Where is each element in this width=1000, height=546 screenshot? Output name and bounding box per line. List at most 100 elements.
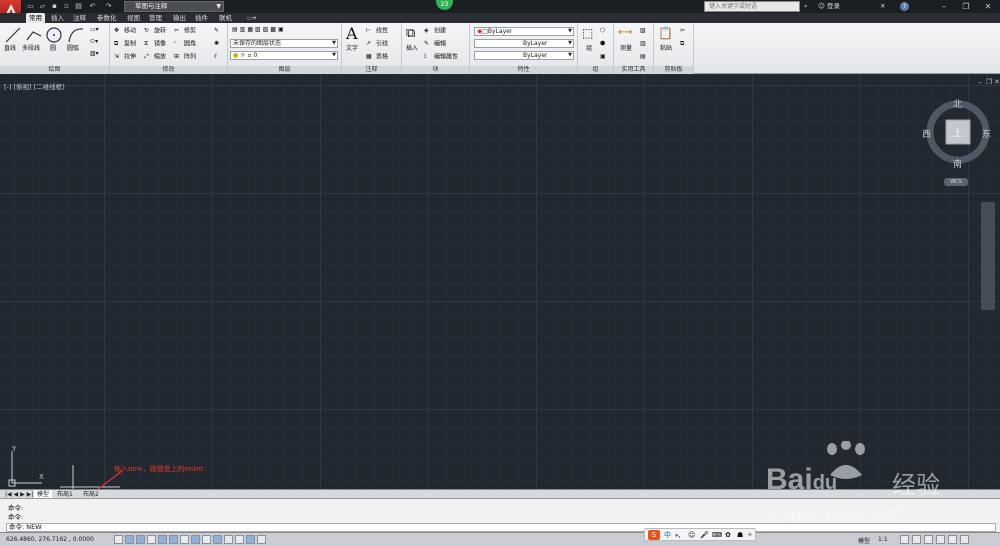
notification-badge[interactable]: 23 <box>436 0 453 10</box>
panel-title-block[interactable]: 块 <box>402 66 469 74</box>
stretch-button[interactable]: ⇲ 拉伸 <box>114 53 136 62</box>
navigation-bar[interactable] <box>981 202 995 310</box>
hatch-icon[interactable]: ▨▾ <box>90 50 99 58</box>
panel-title-properties[interactable]: 特性 <box>470 66 577 74</box>
copy-clip-icon[interactable]: ⧉ <box>680 40 684 48</box>
offset-icon[interactable]: ⫽ <box>214 53 217 61</box>
panel-title-modify[interactable]: 修改 <box>110 66 227 74</box>
workspace-select[interactable]: 草图与注释 ▼ <box>124 1 224 12</box>
viewcube[interactable]: 北 南 东 西 上 <box>922 99 991 170</box>
trim-button[interactable]: ✂ 修剪 <box>174 27 196 36</box>
clean-screen-icon[interactable] <box>960 535 969 544</box>
quick-properties-toggle[interactable] <box>246 535 255 544</box>
layer-state-select[interactable]: 未保存的图层状态 ▼ <box>230 39 338 48</box>
selection-cycling-toggle[interactable] <box>257 535 266 544</box>
tools-icon[interactable]: ✧ <box>747 530 753 540</box>
ellipse-icon[interactable]: ⬭▾ <box>90 38 98 46</box>
compass-south[interactable]: 南 <box>953 157 962 170</box>
move-button[interactable]: ✥ 移动 <box>114 27 136 36</box>
viewport-restore-icon[interactable]: ❐ <box>986 79 994 86</box>
dynamic-input-toggle[interactable] <box>213 535 222 544</box>
tab-annotate[interactable]: 注释 <box>70 13 89 23</box>
lineweight-toggle[interactable] <box>224 535 233 544</box>
dynamic-ucs-toggle[interactable] <box>202 535 211 544</box>
grid-display-toggle[interactable] <box>136 535 145 544</box>
group-edit-icon[interactable]: ⬢ <box>600 40 605 48</box>
text-button[interactable]: 文字 <box>346 45 358 53</box>
ime-language-toggle[interactable]: 中 <box>664 530 671 540</box>
calculator-icon[interactable]: ▥ <box>640 40 646 48</box>
emoji-icon[interactable]: ☺ <box>688 530 695 540</box>
model-space-label[interactable]: 模型 <box>858 536 870 545</box>
panel-title-clipboard[interactable]: 剪贴板 <box>654 66 693 74</box>
color-select[interactable]: ◉□ByLayer ▼ <box>474 27 574 36</box>
ime-toolbar[interactable]: S 中 ⁎, ☺ 🎤 ⌨ ✿ ☗ ✧ <box>644 528 756 541</box>
leader-button[interactable]: ↗ 引线 <box>366 40 388 49</box>
array-button[interactable]: ⊞ 阵列 <box>174 53 196 62</box>
group-button[interactable]: 组 <box>586 45 592 53</box>
voice-icon[interactable]: 🎤 <box>700 530 709 540</box>
fillet-button[interactable]: ◜ 圆角 <box>174 40 196 49</box>
create-block-button[interactable]: ◈ 创建 <box>424 27 446 36</box>
drawing-viewport[interactable]: [-] [俯视] [二维线框] – ❐ ✕ 北 南 东 西 上 WCS Y X … <box>0 75 1000 489</box>
edit-attribute-button[interactable]: ⟟ 编辑属性 <box>424 53 458 62</box>
scale-button[interactable]: ⤢ 缩放 <box>144 53 166 62</box>
line-button[interactable]: 直线 <box>4 45 16 53</box>
polyline-button[interactable]: 多段线 <box>22 45 40 53</box>
panel-title-groups[interactable]: 组 <box>578 66 613 74</box>
explode-icon[interactable]: ✺ <box>214 40 219 48</box>
lock-ui-icon[interactable] <box>924 535 933 544</box>
tab-online[interactable]: 联机 <box>216 13 235 23</box>
panel-title-utilities[interactable]: 实用工具 <box>614 66 653 74</box>
tab-output[interactable]: 输出 <box>170 13 189 23</box>
annotation-visibility-icon[interactable] <box>900 535 909 544</box>
tab-home[interactable]: 常用 <box>26 13 45 23</box>
skin-icon[interactable]: ✿ <box>725 530 731 540</box>
layer-tools-icons[interactable]: ▤▥▦▧▨▩▣ <box>232 26 286 34</box>
transparency-toggle[interactable] <box>235 535 244 544</box>
arc-button[interactable]: 圆弧 <box>67 45 79 53</box>
linetype-select[interactable]: ByLayer ▼ <box>474 39 574 48</box>
viewcube-top-face[interactable]: 上 <box>953 126 962 139</box>
minimize-button[interactable]: – <box>932 0 956 13</box>
workspace-switch-icon[interactable] <box>912 535 921 544</box>
close-button[interactable]: ✕ <box>976 0 1000 13</box>
wcs-menu[interactable]: WCS <box>944 178 968 186</box>
exchange-icon[interactable]: ✕ <box>880 1 885 12</box>
open-file-icon[interactable]: ▱ <box>38 2 47 11</box>
login-button[interactable]: 登录 <box>827 1 840 12</box>
tab-insert[interactable]: 插入 <box>48 13 67 23</box>
object-snap-toggle[interactable] <box>169 535 178 544</box>
compass-east[interactable]: 东 <box>982 127 991 140</box>
rectangle-icon[interactable]: ▭▾ <box>90 26 99 34</box>
measure-button[interactable]: 测量 <box>620 45 632 53</box>
current-layer-select[interactable]: ● ☼ ▫ 0 ▼ <box>230 51 338 60</box>
search-icon[interactable]: ⌕ <box>804 1 808 12</box>
snap-mode-toggle[interactable] <box>125 535 134 544</box>
ortho-mode-toggle[interactable] <box>147 535 156 544</box>
edit-block-button[interactable]: ✎ 编辑 <box>424 40 446 49</box>
keyboard-icon[interactable]: ⌨ <box>712 530 722 540</box>
rotate-button[interactable]: ↻ 旋转 <box>144 27 166 36</box>
linear-dim-button[interactable]: ⊢ 线性 <box>366 27 388 36</box>
ribbon-toggle-icon[interactable]: ▭▾ <box>244 13 259 23</box>
tab-view[interactable]: 视图 <box>124 13 143 23</box>
tab-manage[interactable]: 管理 <box>146 13 165 23</box>
3d-object-snap-toggle[interactable] <box>180 535 189 544</box>
object-snap-tracking-toggle[interactable] <box>191 535 200 544</box>
hardware-acceleration-icon[interactable] <box>948 535 957 544</box>
user-center-icon[interactable]: ☗ <box>737 530 743 540</box>
annotation-scale[interactable]: 1:1 <box>878 536 888 543</box>
panel-title-annotation[interactable]: 注释 <box>342 66 401 74</box>
lineweight-select[interactable]: ByLayer ▼ <box>474 51 574 60</box>
circle-button[interactable]: 圆 <box>50 45 56 53</box>
save-as-icon[interactable]: ▫ <box>62 2 71 11</box>
save-icon[interactable]: ▪ <box>50 2 59 11</box>
tab-parametric[interactable]: 参数化 <box>94 13 120 23</box>
erase-icon[interactable]: ✎ <box>214 27 219 35</box>
insert-button[interactable]: 插入 <box>406 45 418 53</box>
id-point-icon[interactable]: ▤ <box>640 53 646 61</box>
viewport-close-icon[interactable]: ✕ <box>994 79 1000 86</box>
group-select-icon[interactable]: ▣ <box>600 53 606 61</box>
help-button[interactable]: ? <box>900 2 909 11</box>
